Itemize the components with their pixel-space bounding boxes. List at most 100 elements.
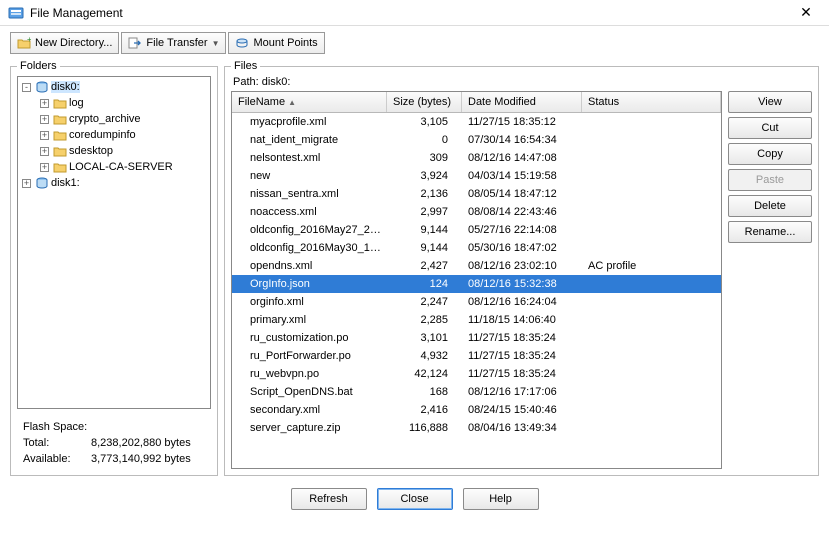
flash-total-label: Total: [23, 435, 79, 451]
cell-name: primary.xml [232, 314, 387, 326]
table-row[interactable]: nelsontest.xml30908/12/16 14:47:08 [232, 149, 721, 167]
col-status[interactable]: Status [582, 92, 721, 112]
flash-space-title: Flash Space: [23, 419, 205, 435]
cell-date: 08/05/14 18:47:12 [462, 188, 582, 200]
expand-icon[interactable]: + [40, 99, 49, 108]
cell-date: 11/27/15 18:35:24 [462, 332, 582, 344]
cell-date: 11/27/15 18:35:24 [462, 350, 582, 362]
refresh-button[interactable]: Refresh [291, 488, 367, 510]
files-legend: Files [231, 60, 260, 72]
cell-name: server_capture.zip [232, 422, 387, 434]
expand-icon[interactable]: + [40, 147, 49, 156]
app-icon [8, 5, 24, 21]
expand-icon[interactable]: + [40, 115, 49, 124]
col-filename[interactable]: FileName ▲ [232, 92, 387, 112]
path-value: disk0: [262, 76, 291, 88]
cell-date: 08/12/16 23:02:10 [462, 260, 582, 272]
cell-size: 42,124 [387, 368, 462, 380]
file-transfer-label: File Transfer [146, 37, 207, 49]
tree-item[interactable]: +coredumpinfo [20, 127, 208, 143]
file-table: FileName ▲ Size (bytes) Date Modified St… [231, 91, 722, 469]
side-buttons: View Cut Copy Paste Delete Rename... [728, 91, 812, 469]
close-icon[interactable]: ✕ [791, 3, 821, 23]
expand-icon[interactable]: + [22, 179, 31, 188]
cell-name: nelsontest.xml [232, 152, 387, 164]
table-row[interactable]: nissan_sentra.xml2,13608/05/14 18:47:12 [232, 185, 721, 203]
cell-size: 2,997 [387, 206, 462, 218]
table-row[interactable]: oldconfig_2016May30_18...9,14405/30/16 1… [232, 239, 721, 257]
table-row[interactable]: primary.xml2,28511/18/15 14:06:40 [232, 311, 721, 329]
cell-name: oldconfig_2016May27_22... [232, 224, 387, 236]
cell-name: Script_OpenDNS.bat [232, 386, 387, 398]
cut-button[interactable]: Cut [728, 117, 812, 139]
view-button[interactable]: View [728, 91, 812, 113]
table-row[interactable]: orginfo.xml2,24708/12/16 16:24:04 [232, 293, 721, 311]
tree-item[interactable]: - disk0: [20, 79, 208, 95]
toolbar: + New Directory... File Transfer ▼ Mount… [0, 26, 829, 60]
col-size[interactable]: Size (bytes) [387, 92, 462, 112]
cell-size: 124 [387, 278, 462, 290]
mount-points-button[interactable]: Mount Points [228, 32, 324, 54]
cell-size: 0 [387, 134, 462, 146]
table-row[interactable]: noaccess.xml2,99708/08/14 22:43:46 [232, 203, 721, 221]
bottom-bar: Refresh Close Help [0, 476, 829, 520]
tree-item-label: disk0: [51, 81, 80, 93]
file-transfer-button[interactable]: File Transfer ▼ [121, 32, 226, 54]
table-row[interactable]: new3,92404/03/14 15:19:58 [232, 167, 721, 185]
cell-size: 2,247 [387, 296, 462, 308]
table-row[interactable]: ru_customization.po3,10111/27/15 18:35:2… [232, 329, 721, 347]
table-row[interactable]: secondary.xml2,41608/24/15 15:40:46 [232, 401, 721, 419]
cell-date: 08/08/14 22:43:46 [462, 206, 582, 218]
title-bar: File Management ✕ [0, 0, 829, 26]
table-row[interactable]: oldconfig_2016May27_22...9,14405/27/16 2… [232, 221, 721, 239]
cell-date: 08/24/15 15:40:46 [462, 404, 582, 416]
table-row[interactable]: OrgInfo.json12408/12/16 15:32:38 [232, 275, 721, 293]
expand-icon[interactable]: + [40, 131, 49, 140]
mount-points-label: Mount Points [253, 37, 317, 49]
expand-icon[interactable]: + [40, 163, 49, 172]
cell-date: 04/03/14 15:19:58 [462, 170, 582, 182]
tree-item[interactable]: + log [20, 95, 208, 111]
files-panel: Files Path: disk0: FileName ▲ Size (byte… [224, 60, 819, 476]
table-row[interactable]: opendns.xml2,42708/12/16 23:02:10AC prof… [232, 257, 721, 275]
table-row[interactable]: myacprofile.xml3,10511/27/15 18:35:12 [232, 113, 721, 131]
disk-icon [35, 176, 49, 190]
cell-date: 08/12/16 14:47:08 [462, 152, 582, 164]
cell-name: myacprofile.xml [232, 116, 387, 128]
collapse-icon[interactable]: - [22, 83, 31, 92]
tree-item[interactable]: +crypto_archive [20, 111, 208, 127]
table-row[interactable]: server_capture.zip116,88808/04/16 13:49:… [232, 419, 721, 437]
delete-button[interactable]: Delete [728, 195, 812, 217]
folder-icon [53, 96, 67, 110]
new-directory-label: New Directory... [35, 37, 112, 49]
tree-item[interactable]: +sdesktop [20, 143, 208, 159]
sort-asc-icon: ▲ [288, 98, 296, 107]
path-row: Path: disk0: [231, 76, 812, 91]
cell-date: 11/27/15 18:35:24 [462, 368, 582, 380]
tree-item[interactable]: +LOCAL-CA-SERVER [20, 159, 208, 175]
rename-button[interactable]: Rename... [728, 221, 812, 243]
paste-button[interactable]: Paste [728, 169, 812, 191]
cell-size: 168 [387, 386, 462, 398]
help-button[interactable]: Help [463, 488, 539, 510]
new-folder-icon: + [17, 36, 31, 50]
chevron-down-icon: ▼ [212, 39, 220, 48]
table-row[interactable]: nat_ident_migrate007/30/14 16:54:34 [232, 131, 721, 149]
table-row[interactable]: ru_webvpn.po42,12411/27/15 18:35:24 [232, 365, 721, 383]
table-row[interactable]: Script_OpenDNS.bat16808/12/16 17:17:06 [232, 383, 721, 401]
flash-space-info: Flash Space: Total: 8,238,202,880 bytes … [17, 417, 211, 469]
new-directory-button[interactable]: + New Directory... [10, 32, 119, 54]
flash-total-value: 8,238,202,880 bytes [91, 435, 191, 451]
table-body[interactable]: myacprofile.xml3,10511/27/15 18:35:12nat… [232, 113, 721, 468]
disk-icon [35, 80, 49, 94]
copy-button[interactable]: Copy [728, 143, 812, 165]
col-date[interactable]: Date Modified [462, 92, 582, 112]
close-button[interactable]: Close [377, 488, 453, 510]
table-row[interactable]: ru_PortForwarder.po4,93211/27/15 18:35:2… [232, 347, 721, 365]
tree-item[interactable]: +disk1: [20, 175, 208, 191]
cell-date: 05/27/16 22:14:08 [462, 224, 582, 236]
folder-tree[interactable]: -disk0:+log+crypto_archive+coredumpinfo+… [17, 76, 211, 409]
cell-date: 05/30/16 18:47:02 [462, 242, 582, 254]
flash-avail-label: Available: [23, 451, 79, 467]
tree-item-label: log [69, 97, 84, 109]
